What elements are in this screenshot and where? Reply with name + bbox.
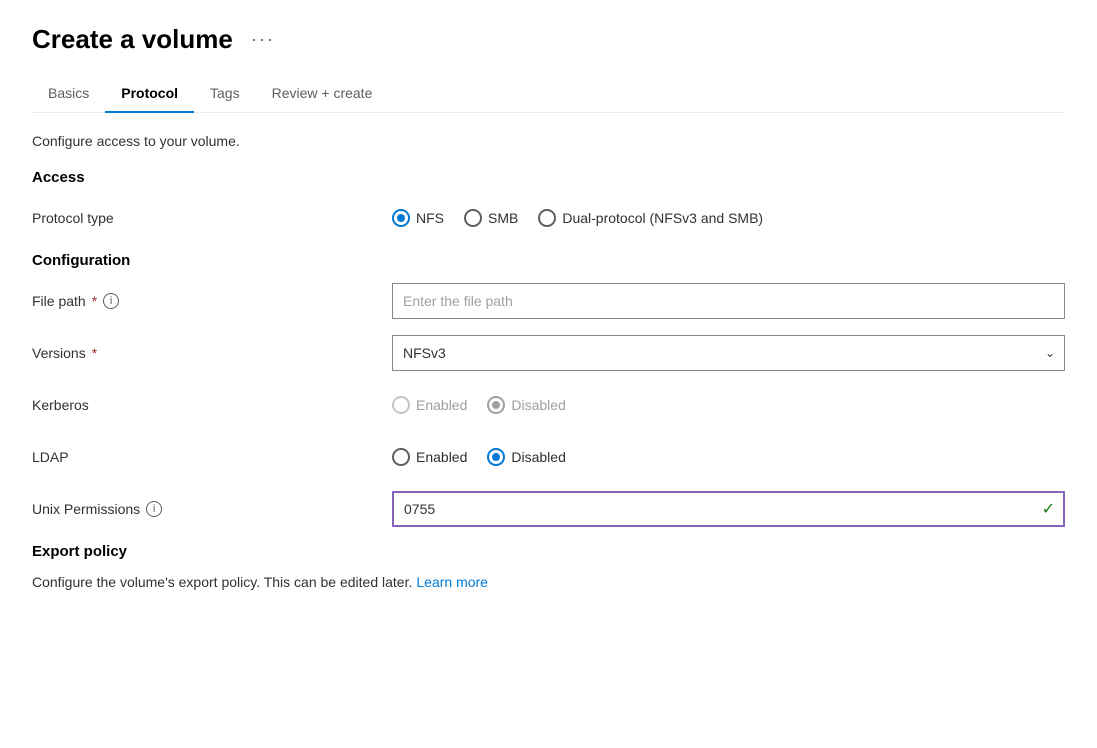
- versions-row: Versions * NFSv3 NFSv4.1 ⌄: [32, 335, 1065, 371]
- protocol-type-radio-group: NFS SMB Dual-protocol (NFSv3 and SMB): [392, 209, 1065, 227]
- unix-permissions-input-wrapper: ✓: [392, 491, 1065, 527]
- export-policy-description: Configure the volume's export policy. Th…: [32, 574, 1065, 590]
- file-path-label: File path * i: [32, 293, 392, 309]
- configuration-section-title: Configuration: [32, 252, 1065, 269]
- kerberos-disabled-option[interactable]: Disabled: [487, 396, 565, 414]
- file-path-required-star: *: [92, 293, 97, 309]
- ldap-enabled-radio[interactable]: [392, 448, 410, 466]
- unix-permissions-info-icon[interactable]: i: [146, 501, 162, 517]
- ldap-disabled-radio[interactable]: [487, 448, 505, 466]
- unix-permissions-checkmark-icon: ✓: [1042, 499, 1055, 519]
- file-path-row: File path * i: [32, 283, 1065, 319]
- learn-more-link[interactable]: Learn more: [416, 574, 488, 590]
- protocol-dual-radio[interactable]: [538, 209, 556, 227]
- ldap-disabled-option[interactable]: Disabled: [487, 448, 565, 466]
- ldap-enabled-label: Enabled: [416, 449, 467, 465]
- export-policy-title: Export policy: [32, 543, 1065, 560]
- unix-permissions-control: ✓: [392, 491, 1065, 527]
- access-section-title: Access: [32, 169, 1065, 186]
- versions-required-star: *: [92, 345, 97, 361]
- page-container: Create a volume ··· Basics Protocol Tags…: [0, 0, 1097, 614]
- kerberos-disabled-radio[interactable]: [487, 396, 505, 414]
- protocol-nfs-option[interactable]: NFS: [392, 209, 444, 227]
- kerberos-disabled-label: Disabled: [511, 397, 565, 413]
- tab-tags[interactable]: Tags: [194, 75, 256, 113]
- ldap-row: LDAP Enabled Disabled: [32, 439, 1065, 475]
- ellipsis-button[interactable]: ···: [245, 27, 281, 52]
- protocol-smb-option[interactable]: SMB: [464, 209, 518, 227]
- tab-review-create[interactable]: Review + create: [256, 75, 389, 113]
- kerberos-enabled-radio[interactable]: [392, 396, 410, 414]
- protocol-dual-label: Dual-protocol (NFSv3 and SMB): [562, 210, 763, 226]
- unix-permissions-row: Unix Permissions i ✓: [32, 491, 1065, 527]
- versions-select-wrapper: NFSv3 NFSv4.1 ⌄: [392, 335, 1065, 371]
- ldap-control: Enabled Disabled: [392, 448, 1065, 466]
- kerberos-control: Enabled Disabled: [392, 396, 1065, 414]
- tabs-row: Basics Protocol Tags Review + create: [32, 75, 1065, 113]
- ldap-enabled-option[interactable]: Enabled: [392, 448, 467, 466]
- ldap-label: LDAP: [32, 449, 392, 465]
- protocol-smb-label: SMB: [488, 210, 518, 226]
- access-section: Access Protocol type NFS SMB: [32, 169, 1065, 236]
- versions-control: NFSv3 NFSv4.1 ⌄: [392, 335, 1065, 371]
- protocol-dual-option[interactable]: Dual-protocol (NFSv3 and SMB): [538, 209, 763, 227]
- protocol-nfs-radio[interactable]: [392, 209, 410, 227]
- protocol-type-row: Protocol type NFS SMB Dual-protocol (NFS…: [32, 200, 1065, 236]
- protocol-type-control: NFS SMB Dual-protocol (NFSv3 and SMB): [392, 209, 1065, 227]
- export-policy-section: Export policy Configure the volume's exp…: [32, 543, 1065, 590]
- tab-basics[interactable]: Basics: [32, 75, 105, 113]
- kerberos-label: Kerberos: [32, 397, 392, 413]
- kerberos-row: Kerberos Enabled Disabled: [32, 387, 1065, 423]
- page-title: Create a volume: [32, 24, 233, 55]
- file-path-control: [392, 283, 1065, 319]
- kerberos-enabled-label: Enabled: [416, 397, 467, 413]
- versions-label: Versions *: [32, 345, 392, 361]
- protocol-nfs-label: NFS: [416, 210, 444, 226]
- unix-permissions-label: Unix Permissions i: [32, 501, 392, 517]
- kerberos-enabled-option[interactable]: Enabled: [392, 396, 467, 414]
- kerberos-radio-group: Enabled Disabled: [392, 396, 1065, 414]
- unix-permissions-input[interactable]: [392, 491, 1065, 527]
- configuration-section: Configuration File path * i Versions * N…: [32, 252, 1065, 527]
- protocol-type-label: Protocol type: [32, 210, 392, 226]
- page-title-row: Create a volume ···: [32, 24, 1065, 55]
- file-path-info-icon[interactable]: i: [103, 293, 119, 309]
- versions-select[interactable]: NFSv3 NFSv4.1: [392, 335, 1065, 371]
- ldap-radio-group: Enabled Disabled: [392, 448, 1065, 466]
- tab-protocol[interactable]: Protocol: [105, 75, 194, 113]
- file-path-input[interactable]: [392, 283, 1065, 319]
- ldap-disabled-label: Disabled: [511, 449, 565, 465]
- protocol-smb-radio[interactable]: [464, 209, 482, 227]
- page-subtitle: Configure access to your volume.: [32, 133, 1065, 149]
